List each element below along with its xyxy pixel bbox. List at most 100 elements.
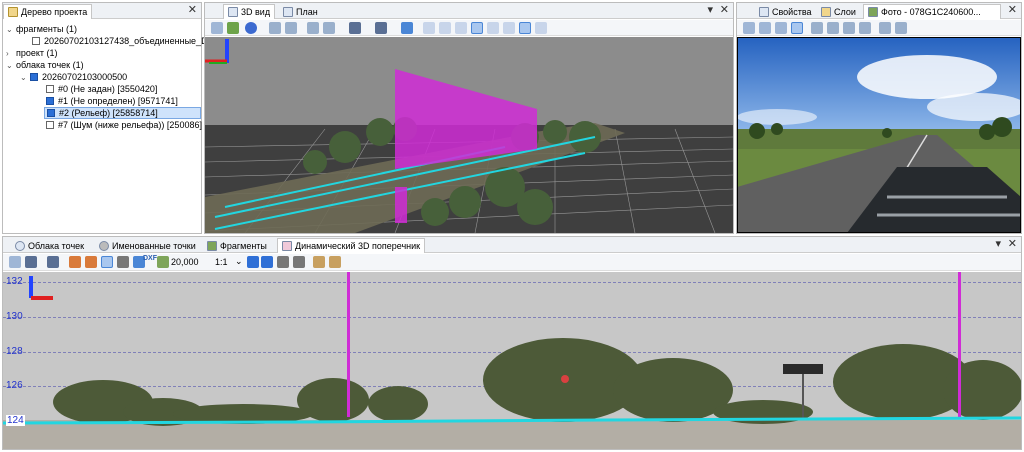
axis-icon[interactable] [535,22,547,34]
checkbox[interactable] [46,97,54,105]
tab-named-points[interactable]: Именованные точки [95,238,200,253]
tree-item-project[interactable]: › проект (1) [6,47,58,59]
select-poly-icon[interactable] [439,22,451,34]
dxf-export-label[interactable]: DXF [143,255,157,262]
tab-plan[interactable]: План [279,4,322,19]
prev-icon[interactable] [879,22,891,34]
check-icon[interactable] [101,256,113,268]
checkbox[interactable] [46,85,54,93]
list-icon[interactable] [759,22,771,34]
zoom-reset-icon[interactable] [859,22,871,34]
section-icon [282,241,292,251]
view3d-canvas[interactable] [205,37,733,233]
globe-icon[interactable] [227,22,239,34]
layout-icon[interactable] [211,22,223,34]
tree-item-fragments[interactable]: ⌄ фрагменты (1) [6,23,77,35]
map-icon [283,6,293,17]
tree-item-point-clouds[interactable]: ⌄ облака точек (1) [6,59,84,71]
zoom-window-icon[interactable] [323,22,335,34]
tab-properties[interactable]: Свойства [755,4,816,19]
tools-icon[interactable] [277,256,289,268]
checkbox[interactable] [30,73,38,81]
profile-canvas[interactable]: 132 130 128 126 124 [3,272,1021,449]
chevron-down-icon[interactable]: ⌄ [235,256,243,267]
edit-line-icon[interactable] [85,256,97,268]
measure-icon[interactable] [455,22,467,34]
y-tick-label: 124 [6,415,25,426]
chevron-down-icon[interactable]: ⌄ [6,61,16,70]
tree-item-dem[interactable]: 20260702103127438_объединенные_DEM [32,35,221,47]
y-tick-label: 126 [6,380,23,391]
y-tick-label: 130 [6,311,23,322]
profile-points [3,272,1021,449]
section-width-value[interactable]: 20,000 [171,257,199,267]
section-icon[interactable] [519,22,531,34]
tab-project-tree[interactable]: Дерево проекта [3,4,93,19]
tab-project-tree-label: Дерево проекта [21,7,88,17]
fragment-icon [207,240,217,251]
close-icon[interactable]: ✕ [188,4,197,16]
tree-icon [8,7,18,17]
cloud-icon [15,240,25,251]
tree-item-class1[interactable]: #1 (Не определен) [9571741] [46,95,178,107]
anchor-icon[interactable] [117,256,129,268]
zoom-fit-icon[interactable] [843,22,855,34]
points-icon[interactable] [245,22,257,34]
zoom-in-icon[interactable] [811,22,823,34]
target-icon[interactable] [791,22,803,34]
chevron-down-icon[interactable]: ⌄ [20,73,30,82]
zoom-out-icon[interactable] [285,22,297,34]
zoom-extent-icon[interactable] [307,22,319,34]
sphere-icon[interactable] [487,22,499,34]
tree-item-cloud[interactable]: ⌄ 20260702103000500 [20,71,127,83]
pick-icon[interactable] [9,256,21,268]
project-tree-panel: Дерево проекта ✕ ⌄ фрагменты (1) 20260702… [2,2,221,234]
profile-icon[interactable] [503,22,515,34]
chevron-down-icon[interactable]: ⌄ [6,25,16,34]
tree-item-class2[interactable]: #2 (Рельеф) [25858714] [44,107,201,119]
pick-icon[interactable] [401,22,413,34]
y-tick-label: 128 [6,346,23,357]
filter-class-icon[interactable] [375,22,387,34]
photo-icon [868,7,878,17]
zoom-in-icon[interactable] [269,22,281,34]
arrow-right-icon[interactable] [261,256,273,268]
tab-layers[interactable]: Слои [817,4,860,19]
view3d-panel: 3D вид План ▾ ✕ [204,2,734,234]
leaf-icon[interactable] [157,256,169,268]
edit-icon[interactable] [69,256,81,268]
checkbox[interactable] [32,37,40,45]
checkbox[interactable] [46,121,54,129]
select-rect-icon[interactable] [423,22,435,34]
photo-tabbar: Свойства Слои Фото - 078G1C240600... ✕ [737,3,1021,19]
home-fit-icon[interactable] [329,256,341,268]
curve-icon[interactable] [293,256,305,268]
filter-icon[interactable] [25,256,37,268]
tab-point-clouds[interactable]: Облака точек [11,238,88,253]
tab-fragments[interactable]: Фрагменты [203,238,271,253]
chevron-right-icon[interactable]: › [6,49,16,58]
close-icon[interactable]: ✕ [1008,238,1017,250]
scale-select[interactable]: 1:1 [215,257,228,267]
minimize-icon[interactable]: ▾ [707,4,713,16]
zoom-out-icon[interactable] [827,22,839,34]
tab-3d-view[interactable]: 3D вид [223,4,276,19]
cross-section-panel: Облака точек Именованные точки Фрагменты… [2,236,1022,450]
tab-photo[interactable]: Фото - 078G1C240600... [863,4,1001,19]
close-icon[interactable]: ✕ [1008,4,1017,16]
tab-dynamic-section[interactable]: Динамический 3D поперечник [277,238,426,253]
open-icon[interactable] [743,22,755,34]
checkbox[interactable] [47,109,55,117]
minimize-icon[interactable]: ▾ [995,238,1001,250]
filter-class-icon[interactable] [47,256,59,268]
arrow-left-icon[interactable] [247,256,259,268]
street-photo[interactable] [737,37,1021,233]
tree-item-class7[interactable]: #7 (Шум (ниже рельефа)) [250086] [46,119,202,131]
close-icon[interactable]: ✕ [720,4,729,16]
camera-icon[interactable] [775,22,787,34]
home-icon[interactable] [313,256,325,268]
tree-item-class0[interactable]: #0 (Не задан) [3550420] [46,83,157,95]
next-icon[interactable] [895,22,907,34]
filter-icon[interactable] [349,22,361,34]
crop-icon[interactable] [471,22,483,34]
